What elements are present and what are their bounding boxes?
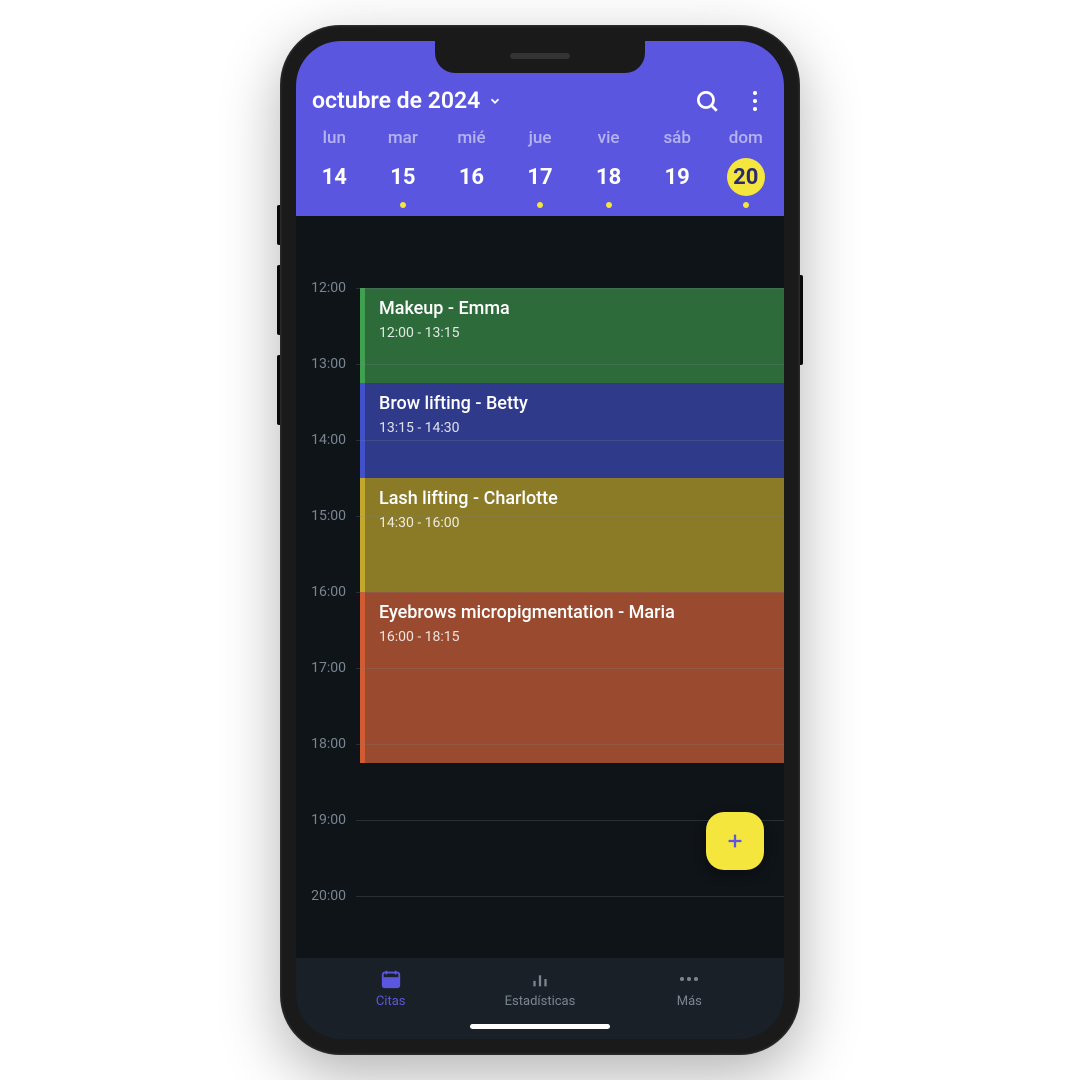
day-column[interactable]: vie 18 <box>574 128 643 208</box>
hour-row: 16:00 <box>296 592 784 608</box>
day-number: 18 <box>590 158 628 196</box>
day-column[interactable]: sáb 19 <box>643 128 712 208</box>
day-column[interactable]: mar 15 <box>369 128 438 208</box>
hour-label: 18:00 <box>296 736 356 752</box>
phone-frame: octubre de 2024 lun 14 mar 15 mié 16 jue 17 <box>280 25 800 1055</box>
event-indicator-dot <box>400 202 406 208</box>
hour-label: 14:00 <box>296 432 356 448</box>
more-vertical-icon <box>745 91 765 111</box>
hour-line <box>356 440 784 441</box>
hour-row: 18:00 <box>296 744 784 760</box>
appointment-title: Brow lifting - Betty <box>379 393 770 414</box>
nav-statistics[interactable]: Estadísticas <box>465 968 614 1009</box>
phone-side-button <box>277 205 280 245</box>
search-button[interactable] <box>694 88 720 114</box>
bottom-nav: Citas Estadísticas Más <box>296 958 784 1013</box>
hour-label: 13:00 <box>296 356 356 372</box>
hour-label: 11:00 <box>296 216 356 220</box>
more-button[interactable] <box>742 88 768 114</box>
appointment-time: 16:00 - 18:15 <box>379 629 770 645</box>
day-column[interactable]: dom 20 <box>711 128 780 208</box>
day-column[interactable]: mié 16 <box>437 128 506 208</box>
search-icon <box>694 88 720 114</box>
appointment-title: Lash lifting - Charlotte <box>379 488 770 509</box>
nav-appointments[interactable]: Citas <box>316 968 465 1009</box>
day-name: dom <box>729 128 763 148</box>
nav-more[interactable]: Más <box>615 968 764 1009</box>
hour-label: 19:00 <box>296 812 356 828</box>
hour-label: 12:00 <box>296 280 356 296</box>
hour-label: 16:00 <box>296 584 356 600</box>
hour-label: 17:00 <box>296 660 356 676</box>
day-name: mié <box>457 128 485 148</box>
chevron-down-icon <box>488 94 502 108</box>
day-column[interactable]: jue 17 <box>506 128 575 208</box>
hour-label: 15:00 <box>296 508 356 524</box>
day-name: jue <box>529 128 552 148</box>
day-name: vie <box>598 128 620 148</box>
hour-row: 12:00 <box>296 288 784 304</box>
appointment-time: 13:15 - 14:30 <box>379 420 770 436</box>
day-number: 14 <box>315 158 353 196</box>
device-notch <box>435 41 645 73</box>
day-number: 20 <box>727 158 765 196</box>
appointment-block[interactable]: Brow lifting - Betty 13:15 - 14:30 <box>360 383 784 478</box>
day-number: 19 <box>658 158 696 196</box>
hour-line <box>356 668 784 669</box>
hour-row: 14:00 <box>296 440 784 456</box>
hour-row: 20:00 <box>296 896 784 912</box>
hour-row: 13:00 <box>296 364 784 380</box>
event-indicator-dot <box>606 202 612 208</box>
nav-label: Citas <box>376 994 406 1009</box>
day-name: mar <box>388 128 418 148</box>
month-label: octubre de 2024 <box>312 87 480 114</box>
hour-row: 11:00 <box>296 216 784 228</box>
nav-label: Estadísticas <box>505 994 576 1009</box>
hour-row: 17:00 <box>296 668 784 684</box>
calendar-icon <box>380 968 402 990</box>
day-number: 17 <box>521 158 559 196</box>
calendar-body[interactable]: Makeup - Emma12:00 - 13:15Brow lifting -… <box>296 216 784 958</box>
hour-line <box>356 896 784 897</box>
event-indicator-dot <box>743 202 749 208</box>
hour-line <box>356 364 784 365</box>
plus-icon <box>724 830 746 852</box>
phone-side-button <box>800 275 803 365</box>
hour-line <box>356 592 784 593</box>
week-strip: lun 14 mar 15 mié 16 jue 17 vie 18 sáb 19 dom 20 <box>296 128 784 208</box>
day-number: 16 <box>452 158 490 196</box>
screen: octubre de 2024 lun 14 mar 15 mié 16 jue 17 <box>296 41 784 1039</box>
more-horizontal-icon <box>680 968 698 990</box>
home-indicator[interactable] <box>296 1013 784 1039</box>
hour-label: 20:00 <box>296 888 356 904</box>
phone-side-button <box>277 265 280 335</box>
hour-line <box>356 744 784 745</box>
phone-side-button <box>277 355 280 425</box>
appointment-time: 12:00 - 13:15 <box>379 325 770 341</box>
month-selector[interactable]: octubre de 2024 <box>312 87 672 114</box>
hour-row: 15:00 <box>296 516 784 532</box>
day-name: lun <box>323 128 346 148</box>
appointment-block[interactable]: Lash lifting - Charlotte14:30 - 16:00 <box>360 478 784 592</box>
hour-line <box>356 288 784 289</box>
day-number: 15 <box>384 158 422 196</box>
event-indicator-dot <box>537 202 543 208</box>
hour-line <box>356 516 784 517</box>
header-top-row: octubre de 2024 <box>296 77 784 128</box>
day-name: sáb <box>663 128 690 148</box>
bar-chart-icon <box>529 968 551 990</box>
day-column[interactable]: lun 14 <box>300 128 369 208</box>
add-appointment-button[interactable] <box>706 812 764 870</box>
nav-label: Más <box>677 994 702 1009</box>
